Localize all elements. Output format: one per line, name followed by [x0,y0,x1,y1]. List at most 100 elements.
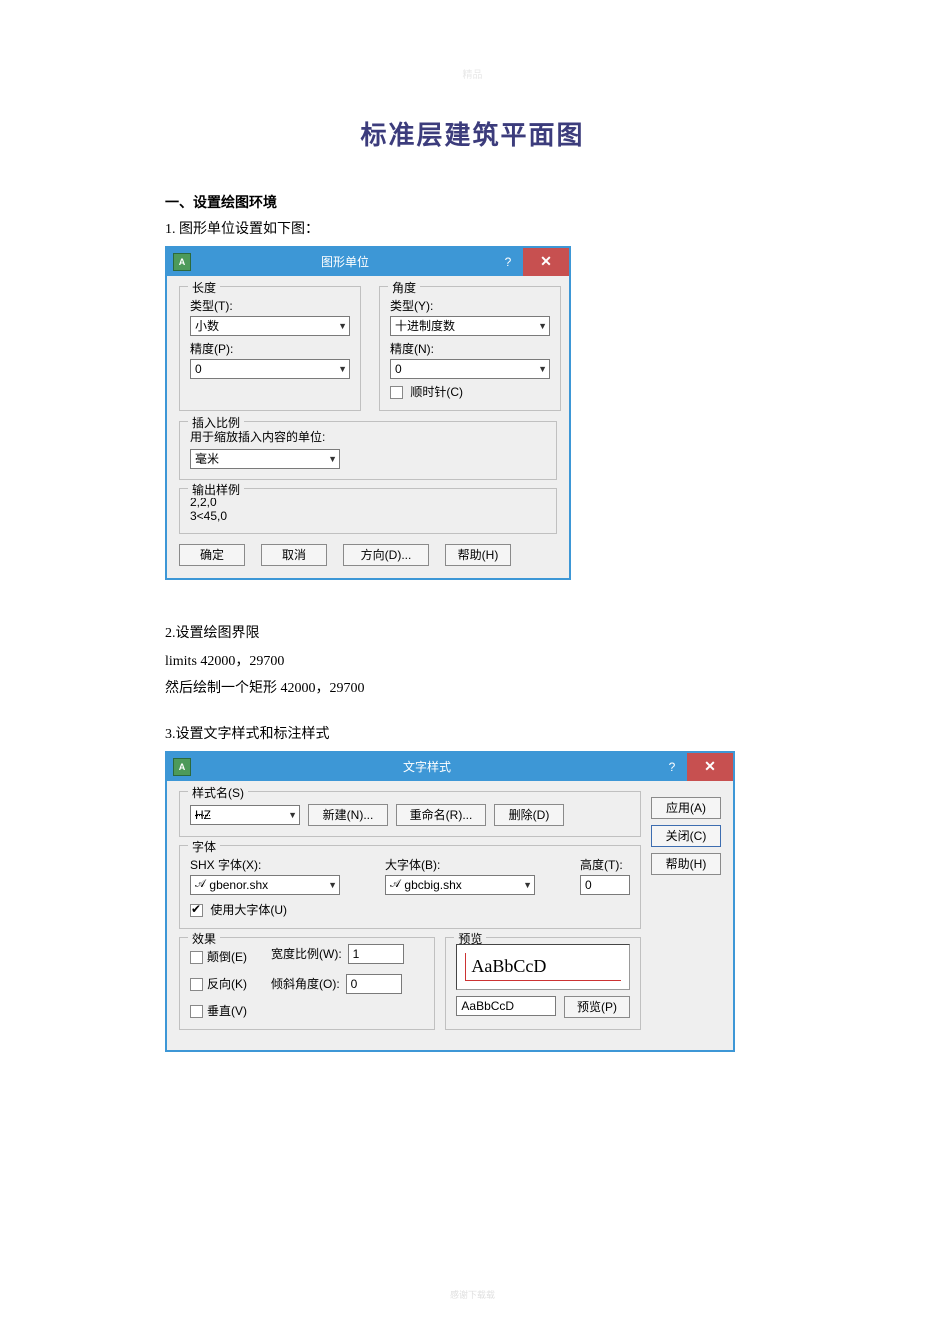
insert-legend: 插入比例 [188,414,244,431]
angle-type-value: 十进制度数 [395,317,455,334]
stylename-value: HZ [195,808,211,822]
length-type-label: 类型(T): [190,297,350,314]
group-length: 长度 类型(T): 小数 ▼ 精度(P): 0 ▼ [179,286,361,411]
help-button[interactable]: 帮助(H) [445,544,511,566]
section3-p1: 3.设置文字样式和标注样式 [165,723,780,747]
section2-p2: limits 42000，29700 [165,650,780,674]
direction-button[interactable]: 方向(D)... [343,544,429,566]
dialog2-title: 文字样式 [197,758,657,775]
dialog-text-style: A 文字样式 ? ✕ 样式名(S) HZ ▼ 新建(N)... 重命名(R)..… [165,751,735,1052]
font-file-icon: 𝒜 [390,878,400,891]
chevron-down-icon: ▼ [288,810,297,820]
length-type-dropdown[interactable]: 小数 ▼ [190,316,350,336]
new-button[interactable]: 新建(N)... [308,804,388,826]
angle-legend: 角度 [388,279,420,296]
output-line2: 3<45,0 [190,509,546,523]
group-preview: 预览 AaBbCcD AaBbCcD 预览(P) [445,937,641,1030]
height-value: 0 [585,878,592,892]
dialog2-side-buttons: 应用(A) 关闭(C) 帮助(H) [651,797,721,1038]
preview-button[interactable]: 预览(P) [564,996,630,1018]
app-icon: A [173,758,191,776]
bigfont-value: gbcbig.shx [404,878,461,892]
oblique-input[interactable]: 0 [346,974,402,994]
backwards-label: 反向(K) [207,977,247,991]
usebigfont-checkbox[interactable] [190,904,203,917]
section1-p1: 1. 图形单位设置如下图： [165,218,780,242]
oblique-label: 倾斜角度(O): [271,975,340,992]
group-output-sample: 输出样例 2,2,0 3<45,0 [179,488,557,534]
cancel-button[interactable]: 取消 [261,544,327,566]
close-button[interactable]: ✕ [523,248,569,276]
dialog2-titlebar[interactable]: A 文字样式 ? ✕ [167,753,733,781]
insert-units-value: 毫米 [195,450,219,467]
shxfont-label: SHX 字体(X): [190,856,367,873]
group-style-name: 样式名(S) HZ ▼ 新建(N)... 重命名(R)... 删除(D) [179,791,641,837]
dialog1-titlebar[interactable]: A 图形单位 ? ✕ [167,248,569,276]
angle-type-dropdown[interactable]: 十进制度数 ▼ [390,316,550,336]
angle-precision-dropdown[interactable]: 0 ▼ [390,359,550,379]
chevron-down-icon: ▼ [538,364,547,374]
close-button[interactable]: ✕ [687,753,733,781]
close-icon: ✕ [704,758,716,775]
backwards-checkbox[interactable] [190,978,203,991]
document-title: 标准层建筑平面图 [165,115,780,152]
chevron-down-icon: ▼ [328,454,337,464]
rename-button[interactable]: 重命名(R)... [396,804,486,826]
preview-text: AaBbCcD [471,956,546,977]
group-angle: 角度 类型(Y): 十进制度数 ▼ 精度(N): 0 ▼ 顺时针(C) [379,286,561,411]
length-precision-dropdown[interactable]: 0 ▼ [190,359,350,379]
length-type-value: 小数 [195,317,219,334]
widthfactor-label: 宽度比例(W): [271,945,342,962]
chevron-down-icon: ▼ [338,321,347,331]
bigfont-label: 大字体(B): [385,856,562,873]
help-icon[interactable]: ? [657,760,687,774]
height-label: 高度(T): [580,856,630,873]
shxfont-dropdown[interactable]: 𝒜 gbenor.shx ▼ [190,875,340,895]
oblique-value: 0 [351,977,358,991]
length-precision-value: 0 [195,362,202,376]
preview-edit-input[interactable]: AaBbCcD [456,996,556,1016]
group-effects: 效果 颠倒(E) 反向(K) 垂直(V) 宽度比例(W): 1 [179,937,435,1030]
angle-type-label: 类型(Y): [390,297,550,314]
length-precision-label: 精度(P): [190,340,350,357]
delete-button[interactable]: 删除(D) [494,804,564,826]
chevron-down-icon: ▼ [328,880,337,890]
section1-heading: 一、设置绘图环境 [165,192,780,212]
effects-legend: 效果 [188,930,220,947]
vertical-checkbox[interactable] [190,1005,203,1018]
preview-edit-value: AaBbCcD [461,999,514,1013]
dialog1-title: 图形单位 [197,253,493,270]
stylename-dropdown[interactable]: HZ ▼ [190,805,300,825]
apply-button[interactable]: 应用(A) [651,797,721,819]
chevron-down-icon: ▼ [338,364,347,374]
watermark-top: 精品 [0,66,945,81]
group-insert-scale: 插入比例 用于缩放插入内容的单位: 毫米 ▼ [179,421,557,480]
angle-precision-value: 0 [395,362,402,376]
chevron-down-icon: ▼ [523,880,532,890]
ok-button[interactable]: 确定 [179,544,245,566]
group-font: 字体 SHX 字体(X): 𝒜 gbenor.shx ▼ [179,845,641,929]
clockwise-label: 顺时针(C) [410,385,463,399]
vertical-label: 垂直(V) [207,1004,247,1018]
help-icon[interactable]: ? [493,255,523,269]
close-icon: ✕ [540,253,552,270]
upsidedown-checkbox[interactable] [190,951,203,964]
help-button[interactable]: 帮助(H) [651,853,721,875]
watermark-bottom: 感谢下载载 [0,1288,945,1301]
clockwise-checkbox[interactable] [390,386,403,399]
insert-units-dropdown[interactable]: 毫米 ▼ [190,449,340,469]
widthfactor-input[interactable]: 1 [348,944,404,964]
output-legend: 输出样例 [188,481,244,498]
close-dialog-button[interactable]: 关闭(C) [651,825,721,847]
font-legend: 字体 [188,838,220,855]
font-file-icon: 𝒜 [195,878,205,891]
length-legend: 长度 [188,279,220,296]
preview-canvas: AaBbCcD [456,944,630,990]
shxfont-value: gbenor.shx [209,878,268,892]
height-input[interactable]: 0 [580,875,630,895]
widthfactor-value: 1 [353,947,360,961]
chevron-down-icon: ▼ [538,321,547,331]
upsidedown-label: 颠倒(E) [207,950,247,964]
bigfont-dropdown[interactable]: 𝒜 gbcbig.shx ▼ [385,875,535,895]
usebigfont-label: 使用大字体(U) [210,903,287,917]
